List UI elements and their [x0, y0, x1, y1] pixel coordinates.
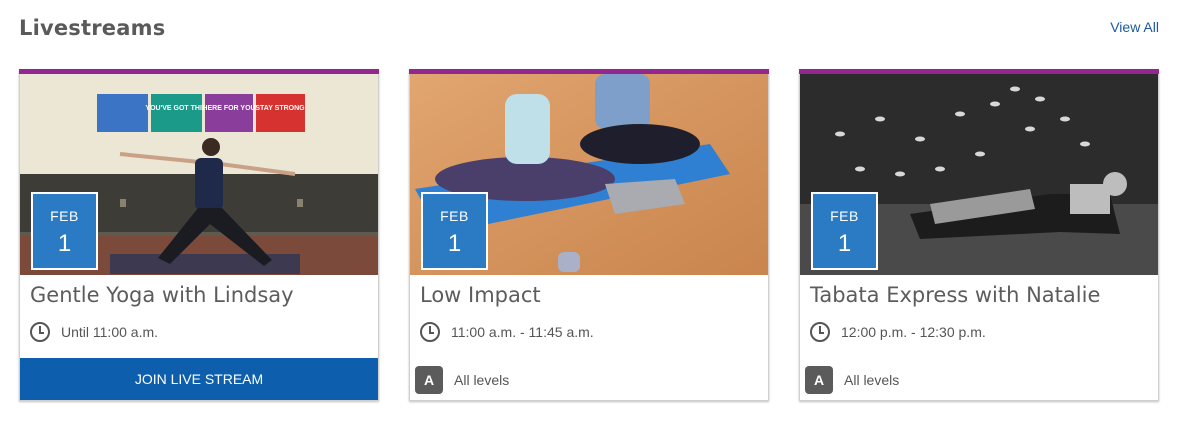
level-text: All levels: [454, 372, 510, 388]
date-month: FEB: [440, 208, 469, 224]
clock-icon: [420, 322, 440, 342]
section-header: Livestreams View All: [19, 14, 1159, 46]
poster-text: YOU'VE GOT THIS: [145, 105, 207, 112]
livestream-card[interactable]: YOU'VE GOT THIS HERE FOR YOU STAY STRONG…: [19, 69, 379, 401]
level-badge: A: [415, 366, 443, 394]
clock-icon: [30, 322, 50, 342]
level-text: All levels: [844, 372, 900, 388]
date-badge[interactable]: FEB 1: [31, 192, 98, 270]
time-row: Until 11:00 a.m.: [30, 321, 158, 343]
card-title[interactable]: Gentle Yoga with Lindsay: [30, 283, 294, 307]
livestream-card[interactable]: FEB 1 Low Impact 11:00 a.m. - 11:45 a.m.…: [409, 69, 769, 401]
date-month: FEB: [830, 208, 859, 224]
yoga-warrior-pose-photo[interactable]: YOU'VE GOT THIS HERE FOR YOU STAY STRONG…: [20, 74, 378, 275]
time-row: 11:00 a.m. - 11:45 a.m.: [420, 321, 594, 343]
poster-text: STAY STRONG: [255, 105, 305, 112]
date-badge[interactable]: FEB 1: [421, 192, 488, 270]
date-badge[interactable]: FEB 1: [811, 192, 878, 270]
card-title[interactable]: Tabata Express with Natalie: [810, 283, 1100, 307]
time-row: 12:00 p.m. - 12:30 p.m.: [810, 321, 986, 343]
plank-pose-bw-photo[interactable]: FEB 1: [800, 74, 1158, 275]
time-text: 11:00 a.m. - 11:45 a.m.: [451, 324, 594, 340]
time-text: 12:00 p.m. - 12:30 p.m.: [841, 324, 986, 340]
date-day: 1: [57, 230, 72, 257]
clock-icon: [810, 322, 830, 342]
level-row: A All levels: [805, 366, 899, 394]
level-row: A All levels: [415, 366, 509, 394]
join-live-stream-button[interactable]: JOIN LIVE STREAM: [20, 358, 378, 400]
section-title: Livestreams: [19, 16, 166, 40]
date-day: 1: [837, 230, 852, 257]
date-month: FEB: [50, 208, 79, 224]
poster-text: HERE FOR YOU: [202, 105, 255, 112]
card-title[interactable]: Low Impact: [420, 283, 541, 307]
date-day: 1: [447, 230, 462, 257]
time-text: Until 11:00 a.m.: [61, 324, 159, 340]
level-badge: A: [805, 366, 833, 394]
view-all-link[interactable]: View All: [1110, 19, 1159, 35]
livestream-card[interactable]: FEB 1 Tabata Express with Natalie 12:00 …: [799, 69, 1159, 401]
two-people-stretching-photo[interactable]: FEB 1: [410, 74, 768, 275]
